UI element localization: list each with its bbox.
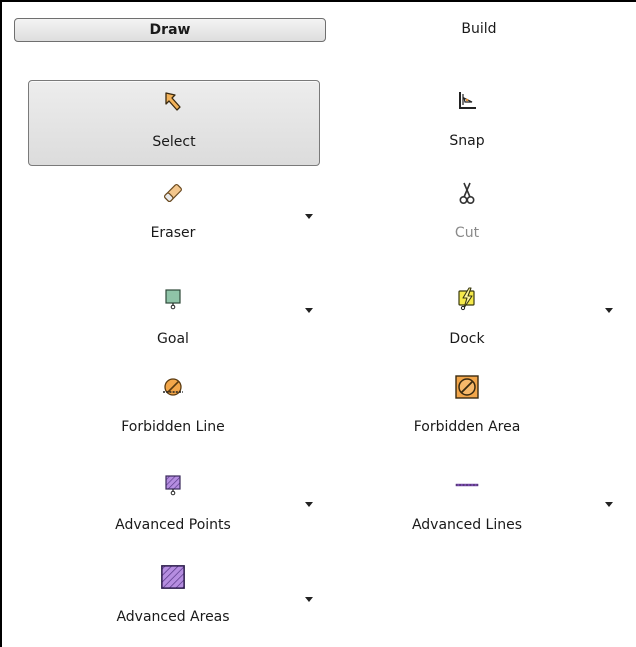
goal-tool-label: Goal xyxy=(157,331,189,347)
advanced-areas-icon xyxy=(160,564,186,590)
advanced-areas-dropdown-arrow[interactable] xyxy=(305,597,313,602)
dock-tool-label: Dock xyxy=(449,331,485,347)
advanced-points-icon xyxy=(160,472,186,498)
advanced-lines-dropdown-arrow[interactable] xyxy=(605,502,613,507)
scissors-icon xyxy=(454,180,480,206)
dock-icon xyxy=(454,286,480,312)
eraser-dropdown-arrow[interactable] xyxy=(305,214,313,219)
forbidden-area-tool-button[interactable]: Forbidden Area xyxy=(322,366,612,450)
advanced-points-tool-button[interactable]: Advanced Points xyxy=(28,464,318,548)
select-tool-button[interactable]: Select xyxy=(28,80,320,166)
tab-build[interactable]: Build xyxy=(336,17,622,41)
snap-tool-button[interactable]: Snap xyxy=(322,80,612,164)
advanced-points-tool-label: Advanced Points xyxy=(115,517,231,533)
forbidden-line-icon xyxy=(160,374,186,400)
forbidden-area-tool-label: Forbidden Area xyxy=(413,419,521,435)
dock-dropdown-arrow[interactable] xyxy=(605,308,613,313)
snap-tool-label: Snap xyxy=(449,133,485,149)
eraser-tool-button[interactable]: Eraser xyxy=(28,172,318,256)
dock-tool-button[interactable]: Dock xyxy=(322,278,612,362)
select-tool-label: Select xyxy=(152,134,196,150)
advanced-lines-tool-label: Advanced Lines xyxy=(411,517,523,533)
snap-icon xyxy=(454,88,480,114)
advanced-points-dropdown-arrow[interactable] xyxy=(305,502,313,507)
eraser-icon xyxy=(160,180,186,206)
select-arrow-icon xyxy=(161,89,187,115)
cut-tool-button: Cut xyxy=(322,172,612,256)
forbidden-area-icon xyxy=(454,374,480,400)
goal-dropdown-arrow[interactable] xyxy=(305,308,313,313)
window-border-left xyxy=(0,0,2,647)
window-border-top xyxy=(0,0,636,2)
eraser-tool-label: Eraser xyxy=(150,225,196,241)
advanced-areas-tool-button[interactable]: Advanced Areas xyxy=(28,556,318,640)
tab-draw[interactable]: Draw xyxy=(14,18,326,42)
forbidden-line-tool-button[interactable]: Forbidden Line xyxy=(28,366,318,450)
forbidden-line-tool-label: Forbidden Line xyxy=(121,419,225,435)
advanced-areas-tool-label: Advanced Areas xyxy=(116,609,230,625)
cut-tool-label: Cut xyxy=(454,225,480,241)
advanced-lines-tool-button[interactable]: Advanced Lines xyxy=(322,464,612,548)
goal-tool-button[interactable]: Goal xyxy=(28,278,318,362)
advanced-lines-icon xyxy=(454,472,480,498)
goal-icon xyxy=(160,286,186,312)
